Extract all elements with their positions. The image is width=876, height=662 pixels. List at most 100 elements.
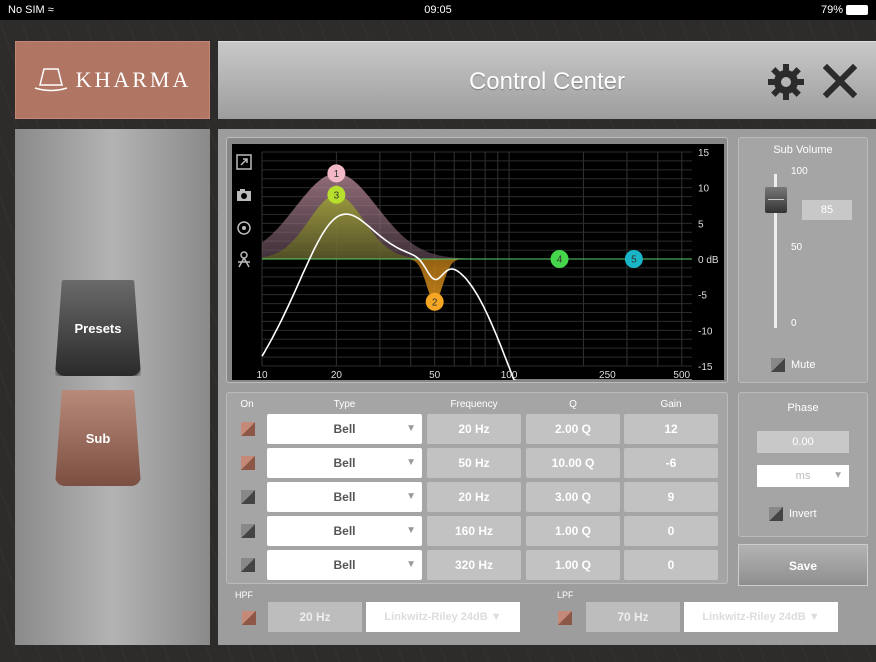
lpf-type-select[interactable]: Linkwitz-Riley 24dB ▼	[684, 602, 838, 632]
invert-toggle[interactable]: Invert	[769, 507, 817, 521]
y-tick-label: 10	[698, 184, 710, 195]
band-marker-label: 2	[432, 297, 438, 308]
band-gain-field[interactable]: 0	[624, 550, 718, 580]
column-header-type: Type	[333, 399, 356, 410]
band-type-select[interactable]: Bell ▼	[267, 482, 422, 512]
close-icon[interactable]	[823, 64, 857, 98]
band-type-select[interactable]: Bell ▼	[267, 448, 422, 478]
chevron-down-icon: ▼	[406, 525, 416, 536]
compass-icon[interactable]	[236, 250, 254, 268]
table-row: Bell ▼ 20 Hz 2.00 Q 12	[227, 414, 727, 444]
kharma-logo: KHARMA	[15, 41, 210, 119]
lpf-checkbox[interactable]	[558, 611, 572, 625]
band-frequency-field[interactable]: 20 Hz	[427, 414, 521, 444]
table-row: Bell ▼ 20 Hz 3.00 Q9	[227, 482, 727, 512]
phase-value-field[interactable]: 0.00	[757, 431, 849, 453]
band-enable-checkbox[interactable]	[241, 558, 255, 572]
logo-text: KHARMA	[75, 67, 192, 92]
wifi-icon: ≈	[47, 4, 54, 16]
left-panel	[15, 129, 210, 645]
band-q-field[interactable]: 10.00 Q	[526, 448, 620, 478]
band-type-select[interactable]: Bell ▼	[267, 550, 422, 580]
x-tick-label: 100	[501, 370, 518, 380]
sub-button[interactable]: Sub	[55, 390, 141, 486]
camera-icon[interactable]	[236, 188, 254, 206]
band-gain-field[interactable]: 9	[624, 482, 718, 512]
band-marker-2[interactable]: 2	[425, 292, 444, 311]
mute-toggle[interactable]: Mute	[771, 358, 815, 372]
chevron-down-icon: ▼	[406, 559, 416, 570]
band-q-field[interactable]: 1.00 Q	[526, 516, 620, 546]
header-bar: Control Center	[218, 41, 876, 119]
band-enable-checkbox[interactable]	[241, 422, 255, 436]
x-tick-label: 250	[599, 370, 616, 380]
battery-icon	[846, 5, 868, 16]
hpf-type-value: Linkwitz-Riley 24dB	[384, 611, 488, 623]
presets-button[interactable]: Presets	[55, 280, 141, 376]
gear-icon[interactable]	[766, 62, 806, 102]
y-tick-label: -5	[698, 291, 707, 302]
phase-unit-select[interactable]: ms ▼	[757, 465, 849, 487]
column-header-q: Q	[569, 399, 577, 410]
band-marker-label: 5	[631, 255, 637, 266]
band-q-field[interactable]: 3.00 Q	[526, 482, 620, 512]
band-enable-checkbox[interactable]	[241, 456, 255, 470]
band-gain-field[interactable]: 0	[624, 516, 718, 546]
sub-volume-max-label: 100	[791, 166, 808, 177]
sub-volume-slider-thumb[interactable]	[765, 187, 787, 214]
band-marker-label: 1	[334, 169, 340, 180]
band-marker-label: 4	[557, 255, 563, 266]
eq-graph[interactable]: 1 2 3 4 5 15 10 5 0 dB -5 -10 -15 10 20 50 100 250 500	[232, 144, 724, 380]
band-frequency-field[interactable]: 20 Hz	[427, 482, 521, 512]
lpf-frequency-field[interactable]: 70 Hz	[586, 602, 680, 632]
band-type-value: Bell	[333, 422, 356, 436]
band-type-select[interactable]: Bell ▼	[267, 516, 422, 546]
hpf-type-select[interactable]: Linkwitz-Riley 24dB ▼	[366, 602, 520, 632]
invert-checkbox[interactable]	[769, 507, 783, 521]
chevron-down-icon: ▼	[808, 611, 820, 623]
phase-panel: Phase 0.00 ms ▼ Invert	[738, 392, 868, 537]
band-enable-checkbox[interactable]	[241, 490, 255, 504]
band-type-value: Bell	[333, 524, 356, 538]
x-tick-label: 20	[331, 370, 343, 380]
band-marker-5[interactable]: 5	[624, 250, 643, 268]
sub-volume-value[interactable]: 85	[802, 200, 852, 220]
table-row: Bell ▼ 50 Hz 10.00 Q -6	[227, 448, 727, 478]
hpf-label: HPF	[235, 590, 253, 600]
band-q-field[interactable]: 1.00 Q	[526, 550, 620, 580]
sub-volume-panel: Sub Volume 100 50 0 85 Mute	[738, 137, 868, 383]
hpf-checkbox[interactable]	[242, 611, 256, 625]
y-tick-label: 5	[698, 219, 704, 230]
eq-plot[interactable]: 1 2 3 4 5 15 10 5 0 dB -5 -10 -15 10 20 50 100 250 500	[232, 144, 724, 380]
x-tick-label: 500	[673, 370, 690, 380]
lpf-label: LPF	[557, 590, 574, 600]
table-row: Bell ▼ 320 Hz 1.00 Q0	[227, 550, 727, 580]
invert-label: Invert	[789, 508, 817, 520]
band-enable-checkbox[interactable]	[241, 524, 255, 538]
band-frequency-field[interactable]: 50 Hz	[427, 448, 521, 478]
lpf-type-value: Linkwitz-Riley 24dB	[702, 611, 806, 623]
x-tick-label: 10	[256, 370, 268, 380]
band-marker-3[interactable]: 3	[327, 185, 346, 204]
band-type-select[interactable]: Bell ▼	[267, 414, 422, 444]
band-marker-4[interactable]: 4	[550, 250, 569, 268]
save-button[interactable]: Save	[738, 544, 868, 586]
mute-checkbox[interactable]	[771, 358, 785, 372]
column-header-on: On	[240, 399, 254, 410]
y-tick-label: -15	[698, 362, 713, 373]
phase-unit-value: ms	[795, 470, 811, 482]
band-frequency-field[interactable]: 160 Hz	[427, 516, 521, 546]
band-marker-1[interactable]: 1	[327, 164, 346, 183]
hpf-frequency-field[interactable]: 20 Hz	[268, 602, 362, 632]
band-type-value: Bell	[333, 490, 356, 504]
expand-icon[interactable]	[236, 154, 254, 172]
chevron-down-icon: ▼	[406, 457, 416, 468]
y-tick-label: 0 dB	[698, 255, 719, 266]
band-frequency-field[interactable]: 320 Hz	[427, 550, 521, 580]
target-icon[interactable]	[236, 220, 254, 238]
band-q-field[interactable]: 2.00 Q	[526, 414, 620, 444]
battery-indicator: 79%	[821, 4, 868, 16]
band-gain-field[interactable]: 12	[624, 414, 718, 444]
band-gain-field[interactable]: -6	[624, 448, 718, 478]
mute-label: Mute	[791, 359, 816, 371]
